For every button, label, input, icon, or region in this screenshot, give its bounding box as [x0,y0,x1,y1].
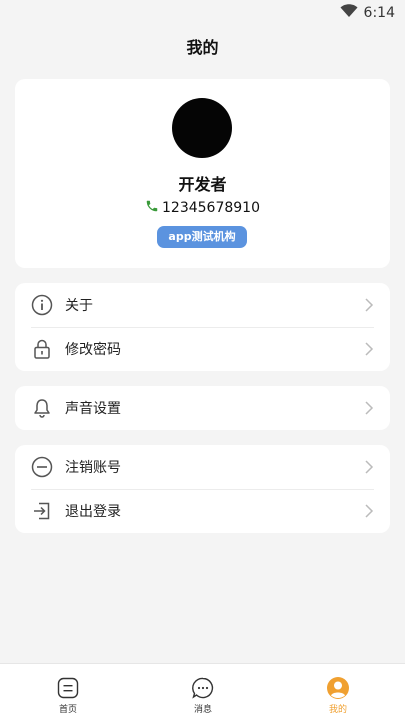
lock-icon [31,338,53,360]
menu-item-label: 修改密码 [65,342,121,358]
menu-item-label: 关于 [65,298,93,314]
menu-item-about[interactable]: 关于 [15,283,390,327]
menu-group-account: 关于 修改密码 [15,283,390,371]
chevron-right-icon [364,503,374,519]
page-title: 我的 [186,38,219,57]
menu-item-sound-settings[interactable]: 声音设置 [15,386,390,430]
chevron-right-icon [364,459,374,475]
phone-icon [145,199,159,217]
chevron-right-icon [364,297,374,313]
status-time: 6:14 [363,5,395,21]
menu-group-settings: 声音设置 [15,386,390,430]
minus-circle-icon [31,456,53,478]
wifi-icon [340,4,358,22]
menu-item-label: 声音设置 [65,401,121,417]
menu-item-logout[interactable]: 退出登录 [15,489,390,533]
tab-me[interactable]: 我的 [298,664,378,720]
tab-label: 消息 [193,705,212,715]
tab-label: 我的 [328,705,347,715]
logout-icon [31,500,53,522]
bell-icon [31,397,53,419]
user-icon [326,676,350,700]
user-name: 开发者 [178,175,227,194]
avatar[interactable] [172,98,232,158]
message-icon [191,676,215,700]
menu-item-delete-account[interactable]: 注销账号 [15,445,390,489]
phone-row: 12345678910 [15,199,390,217]
home-icon [56,676,80,700]
org-badge: app测试机构 [157,226,247,248]
menu-item-label: 注销账号 [65,460,121,476]
tab-messages[interactable]: 消息 [163,664,243,720]
chevron-right-icon [364,400,374,416]
phone-number: 12345678910 [162,200,260,216]
tab-bar: 首页 消息 我的 [0,663,405,720]
status-bar: 6:14 [0,0,405,26]
tab-label: 首页 [58,705,77,715]
tab-home[interactable]: 首页 [28,664,108,720]
menu-group-session: 注销账号 退出登录 [15,445,390,533]
profile-card: 开发者 12345678910 app测试机构 [15,79,390,268]
menu-item-change-password[interactable]: 修改密码 [15,327,390,371]
info-icon [31,294,53,316]
menu-item-label: 退出登录 [65,504,121,520]
chevron-right-icon [364,341,374,357]
